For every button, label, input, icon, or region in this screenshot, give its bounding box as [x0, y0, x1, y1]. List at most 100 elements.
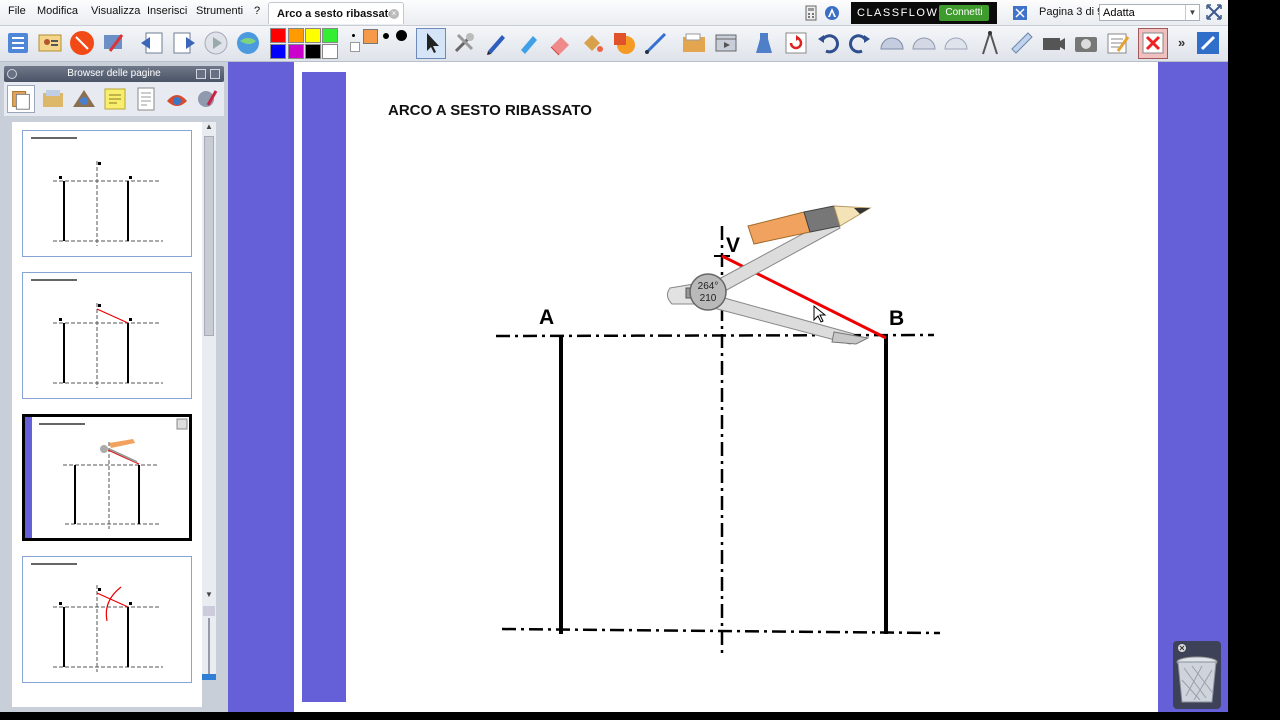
document-tab[interactable]: Arco a sesto ribassato × — [268, 2, 404, 24]
menu-bar: File Modifica Visualizza Inserisci Strum… — [0, 0, 1228, 26]
panel-menu-icon[interactable] — [196, 69, 206, 79]
page-browser-header: Browser delle pagine — [4, 66, 224, 82]
tab-notes-browser-icon[interactable] — [101, 85, 129, 113]
play-icon[interactable] — [202, 29, 230, 57]
pen-width-medium[interactable] — [383, 33, 389, 39]
delete-page-icon[interactable] — [1139, 29, 1167, 57]
close-tab-icon[interactable]: × — [389, 9, 399, 19]
highlighter-icon[interactable] — [514, 29, 542, 57]
next-page-icon[interactable] — [170, 29, 198, 57]
zoom-slider-track[interactable] — [208, 618, 210, 674]
notes-icon[interactable] — [1104, 29, 1132, 57]
color-swatch-orange[interactable] — [288, 28, 304, 43]
menu-file[interactable]: File — [8, 5, 26, 17]
color-swatch-magenta[interactable] — [288, 44, 304, 59]
page-thumbnail-1[interactable] — [22, 130, 192, 257]
zoom-slider-top[interactable] — [203, 606, 215, 616]
tab-object-browser-icon[interactable] — [70, 85, 98, 113]
protractor-icon[interactable] — [878, 29, 906, 57]
screen-border — [1228, 0, 1280, 720]
pen-width-outline[interactable] — [350, 42, 360, 52]
more-tools-icon[interactable]: » — [1178, 35, 1185, 50]
main-toolbar: » — [0, 26, 1228, 62]
fill-color-swatch[interactable] — [363, 29, 378, 44]
snapshot-icon[interactable] — [1072, 29, 1100, 57]
activinspire-logo-icon[interactable] — [824, 5, 840, 21]
label-b: B — [889, 307, 904, 330]
no-entry-icon[interactable] — [68, 29, 96, 57]
classflow-bar: CLASSFLOW Connetti — [851, 2, 997, 24]
select-pointer-icon[interactable] — [418, 29, 446, 57]
label-v: V — [726, 234, 740, 257]
tab-properties-browser-icon[interactable] — [132, 85, 160, 113]
classflow-brand: CLASSFLOW — [857, 7, 939, 19]
page-grid-icon[interactable] — [1012, 5, 1028, 21]
fullscreen-icon[interactable] — [1206, 4, 1222, 20]
profile-icon[interactable] — [36, 29, 64, 57]
thumbnail-scrollbar[interactable]: ▲ ▼ — [202, 122, 216, 680]
color-swatch-blue[interactable] — [270, 44, 286, 59]
scrollbar-thumb[interactable] — [204, 136, 214, 336]
color-swatch-black[interactable] — [305, 44, 321, 59]
tools-icon[interactable] — [100, 29, 128, 57]
app-window: File Modifica Visualizza Inserisci Strum… — [0, 0, 1228, 712]
media-icon[interactable] — [712, 29, 740, 57]
menu-help[interactable]: ? — [254, 5, 260, 17]
page-thumbnail-2[interactable] — [22, 272, 192, 399]
ruler-icon[interactable] — [1008, 29, 1036, 57]
menu-modifica[interactable]: Modifica — [37, 5, 78, 17]
reset-page-icon[interactable] — [782, 29, 810, 57]
calculator-icon[interactable] — [803, 5, 819, 21]
shape-icon[interactable] — [610, 29, 638, 57]
scroll-up-icon[interactable]: ▲ — [202, 122, 216, 134]
scroll-down-icon[interactable]: ▼ — [202, 590, 216, 602]
ruler-half-icon[interactable] — [910, 29, 938, 57]
color-swatch-green[interactable] — [322, 28, 338, 43]
camera-icon[interactable] — [1040, 29, 1068, 57]
connect-button[interactable]: Connetti — [939, 5, 989, 21]
redo-icon[interactable] — [846, 29, 874, 57]
color-swatch-yellow[interactable] — [305, 28, 321, 43]
pen-width-small[interactable] — [352, 34, 355, 37]
panel-pin-icon[interactable] — [210, 69, 220, 79]
tab-page-browser-icon[interactable] — [7, 85, 35, 113]
menu-inserisci[interactable]: Inserisci — [147, 5, 187, 17]
color-swatch-white[interactable] — [322, 44, 338, 59]
construction-drawing[interactable]: 264° 210 A B V — [294, 62, 1158, 712]
menu-strumenti[interactable]: Strumenti — [196, 5, 243, 17]
trash-can-icon[interactable] — [1172, 640, 1222, 710]
dashboard-icon[interactable] — [1194, 29, 1222, 57]
color-swatch-red[interactable] — [270, 28, 286, 43]
globe-icon[interactable] — [234, 29, 262, 57]
page-thumbnail-4[interactable] — [22, 556, 192, 683]
compass-radius-label: 210 — [700, 293, 717, 304]
top-axis-line — [495, 333, 935, 338]
menu-visualizza[interactable]: Visualizza — [91, 5, 140, 17]
tools-wrench-icon[interactable] — [450, 29, 478, 57]
compass-icon[interactable] — [976, 29, 1004, 57]
fill-bucket-icon[interactable] — [578, 29, 606, 57]
chevron-down-icon[interactable]: ▼ — [1185, 5, 1199, 20]
previous-page-icon[interactable] — [138, 29, 166, 57]
document-tab-title: Arco a sesto ribassato — [277, 8, 395, 20]
undo-icon[interactable] — [814, 29, 842, 57]
flipchart-page[interactable]: ARCO A SESTO RIBASSATO 264° 210 A B V — [294, 62, 1158, 712]
zoom-select[interactable]: Adatta ▼ — [1099, 4, 1200, 21]
pen-icon[interactable] — [482, 29, 510, 57]
page-thumbnail-3-selected[interactable] — [22, 414, 192, 541]
page-thumbnails — [12, 122, 202, 707]
pen-width-large[interactable] — [396, 30, 407, 41]
zoom-slider-handle[interactable] — [202, 674, 216, 680]
panel-tabs — [4, 82, 224, 116]
eraser-icon[interactable] — [546, 29, 574, 57]
clear-icon[interactable] — [750, 29, 778, 57]
tab-voting-browser-icon[interactable] — [194, 85, 222, 113]
set-square-icon[interactable] — [942, 29, 970, 57]
connector-icon[interactable] — [642, 29, 670, 57]
main-menu-icon[interactable] — [4, 29, 32, 57]
tab-actions-browser-icon[interactable] — [163, 85, 191, 113]
compass-tool: 264° 210 — [666, 205, 872, 345]
page-indicator: Pagina 3 di 9 — [1039, 6, 1104, 18]
tab-resource-browser-icon[interactable] — [39, 85, 67, 113]
resource-library-icon[interactable] — [680, 29, 708, 57]
